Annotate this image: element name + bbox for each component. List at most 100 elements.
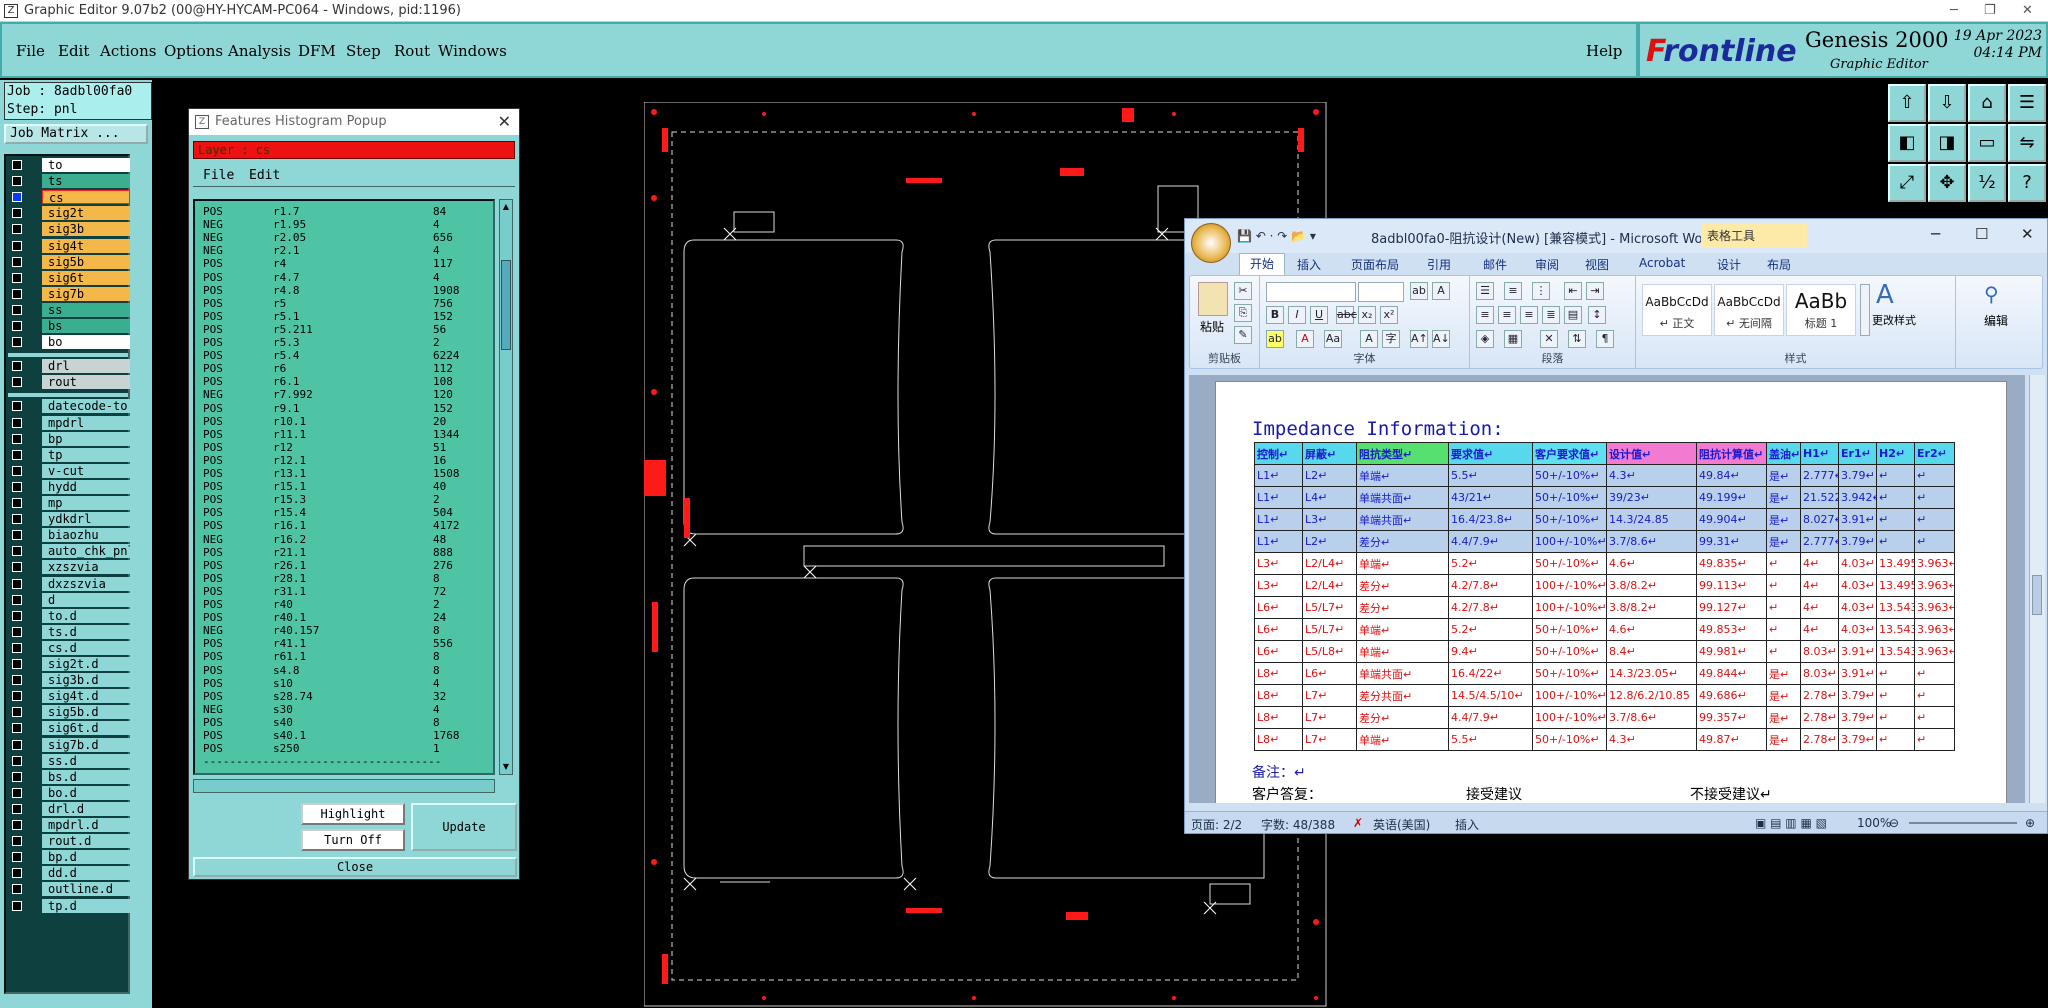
font-name-combo[interactable] — [1266, 282, 1356, 302]
tab-design[interactable]: 设计 — [1717, 256, 1741, 273]
table-cell[interactable]: L6↵ — [1254, 640, 1303, 663]
table-cell[interactable]: ↵ — [1914, 508, 1955, 531]
font-size-combo[interactable] — [1358, 282, 1404, 302]
table-cell[interactable]: 13.543 — [1876, 596, 1915, 619]
layer-name[interactable]: bs.d — [42, 769, 130, 784]
table-cell[interactable]: 3.963↵ — [1914, 618, 1955, 641]
table-cell[interactable]: 49.84↵ — [1696, 464, 1767, 487]
table-cell[interactable]: 差分↵ — [1356, 574, 1449, 597]
table-cell[interactable]: L2↵ — [1302, 530, 1357, 553]
table-cell[interactable]: 13.543 — [1876, 640, 1915, 663]
layer-row[interactable]: cs.d — [8, 640, 130, 655]
layer-row[interactable]: hydd — [8, 479, 130, 494]
table-cell[interactable]: 4.6↵ — [1606, 618, 1697, 641]
zoom-level[interactable]: 100% — [1857, 816, 1891, 830]
layer-name[interactable]: bs — [42, 319, 130, 333]
zoom-fit-icon[interactable]: ⤢ — [1888, 164, 1926, 202]
table-cell[interactable]: 100+/-10%↵ — [1532, 574, 1607, 597]
table-cell[interactable]: ↵ — [1914, 684, 1955, 707]
layer-checkbox[interactable] — [12, 321, 22, 331]
tab-acrobat[interactable]: Acrobat — [1639, 256, 1685, 270]
layer-checkbox[interactable] — [12, 433, 22, 444]
layer-row[interactable]: datecode-to — [8, 399, 130, 414]
word-minimize-button[interactable]: ─ — [1931, 225, 1940, 243]
format-painter-icon[interactable]: ✎ — [1234, 326, 1252, 344]
word-count[interactable]: 字数: 48/388 — [1261, 816, 1335, 833]
layer-checkbox[interactable] — [12, 578, 22, 589]
layer-checkbox[interactable] — [12, 481, 22, 492]
tab-insert[interactable]: 插入 — [1297, 256, 1321, 273]
layer-name[interactable]: bo — [42, 335, 130, 350]
table-cell[interactable]: 13.543 — [1876, 618, 1915, 641]
layer-name[interactable]: mp — [42, 496, 130, 510]
table-cell[interactable]: 3.963↵ — [1914, 596, 1955, 619]
table-cell[interactable]: L6↵ — [1254, 618, 1303, 641]
layer-row[interactable]: ss — [8, 302, 130, 317]
layer-name[interactable]: hydd — [42, 479, 130, 494]
move-right-icon[interactable]: ◨ — [1928, 124, 1966, 162]
table-cell[interactable]: 是↵ — [1766, 728, 1801, 751]
layer-checkbox[interactable] — [12, 240, 22, 251]
table-cell[interactable]: 3.8/8.2↵ — [1606, 596, 1697, 619]
table-cell[interactable]: 5.5↵ — [1448, 728, 1533, 751]
table-cell[interactable]: 100+/-10%↵ — [1532, 596, 1607, 619]
table-cell[interactable]: 4.6↵ — [1606, 552, 1697, 575]
layer-row[interactable]: tp — [8, 447, 130, 462]
layer-checkbox[interactable] — [12, 160, 22, 170]
layer-checkbox[interactable] — [12, 755, 22, 766]
table-cell[interactable]: 43/21↵ — [1448, 486, 1533, 509]
layer-name[interactable]: sig6t.d — [42, 721, 130, 736]
table-cell[interactable]: L1↵ — [1254, 530, 1303, 553]
language[interactable]: 英语(美国) — [1373, 816, 1430, 833]
table-cell[interactable]: 4.03↵ — [1838, 596, 1877, 619]
layer-name[interactable]: tp — [42, 447, 130, 462]
table-cell[interactable]: ↵ — [1766, 618, 1801, 641]
table-row[interactable]: L6↵ L5/L8↵ 单端↵ 9.4↵ 50+/-10%↵ 8.4↵ 49.981↵ ↵ 8.0… — [1254, 640, 1955, 663]
menu-rout[interactable]: Rout — [394, 42, 430, 60]
layer-checkbox[interactable] — [12, 836, 22, 847]
layer-row[interactable]: sig7b.d — [8, 737, 130, 752]
impedance-table[interactable]: 控制↵ 屏蔽↵ 阻抗类型↵ 要求值↵ 客户要求值↵ 设计值↵ 阻抗计算值↵ 盖油↵ H1↵ Er1… — [1254, 442, 1955, 751]
layer-row[interactable]: sig6t.d — [8, 721, 130, 736]
table-cell[interactable]: 50+/-10%↵ — [1532, 552, 1607, 575]
menu-step[interactable]: Step — [346, 42, 381, 60]
layer-name[interactable]: auto_chk_pnl — [42, 544, 130, 559]
popup-menu-file[interactable]: File — [203, 168, 234, 183]
table-cell[interactable]: 99.127↵ — [1696, 596, 1767, 619]
table-cell[interactable]: 50+/-10%↵ — [1532, 464, 1607, 487]
table-cell[interactable]: 8.4↵ — [1606, 640, 1697, 663]
table-cell[interactable]: 是↵ — [1766, 508, 1801, 531]
numbering-icon[interactable]: ≡ — [1504, 282, 1522, 300]
table-cell[interactable]: 2.777↵ — [1800, 530, 1839, 553]
table-row[interactable]: L3↵ L2/L4↵ 差分↵ 4.2/7.8↵ 100+/-10%↵ 3.8/8.2↵ 99… — [1254, 574, 1955, 597]
align-center-icon[interactable]: ≡ — [1498, 306, 1516, 324]
layer-checkbox[interactable] — [12, 176, 22, 187]
table-cell[interactable]: 50+/-10%↵ — [1532, 662, 1607, 685]
table-cell[interactable]: 3.91↵ — [1838, 640, 1877, 663]
table-cell[interactable]: 99.113↵ — [1696, 574, 1767, 597]
table-cell[interactable]: 2.777↵ — [1800, 464, 1839, 487]
tab-home[interactable]: 开始 — [1239, 253, 1286, 275]
layer-checkbox[interactable] — [12, 272, 22, 283]
justify-icon[interactable]: ≣ — [1542, 306, 1560, 324]
layer-row[interactable]: outline.d — [8, 882, 130, 897]
layer-row[interactable]: ts.d — [8, 624, 130, 639]
menu-windows[interactable]: Windows — [438, 42, 507, 60]
layer-checkbox[interactable] — [12, 626, 22, 637]
layer-row[interactable]: sig5b.d — [8, 705, 130, 720]
table-cell[interactable]: 单端↵ — [1356, 552, 1449, 575]
flip-icon[interactable]: ⇋ — [2008, 124, 2046, 162]
layer-name[interactable]: sig3b.d — [42, 673, 130, 688]
layer-checkbox[interactable] — [12, 514, 22, 525]
table-cell[interactable]: 单端共面↵ — [1356, 486, 1449, 509]
table-cell[interactable]: 2.78↵ — [1800, 706, 1839, 729]
minimize-button[interactable]: ─ — [1950, 0, 1958, 22]
layer-name[interactable]: bp.d — [42, 850, 130, 865]
table-cell[interactable]: ↵ — [1876, 464, 1915, 487]
table-cell[interactable]: ↵ — [1766, 596, 1801, 619]
table-cell[interactable]: 5.2↵ — [1448, 552, 1533, 575]
table-cell[interactable]: L8↵ — [1254, 728, 1303, 751]
layer-name[interactable]: dxzszvia — [42, 576, 130, 591]
layer-row[interactable]: bo.d — [8, 785, 130, 800]
layer-row[interactable]: sig2t.d — [8, 657, 130, 671]
